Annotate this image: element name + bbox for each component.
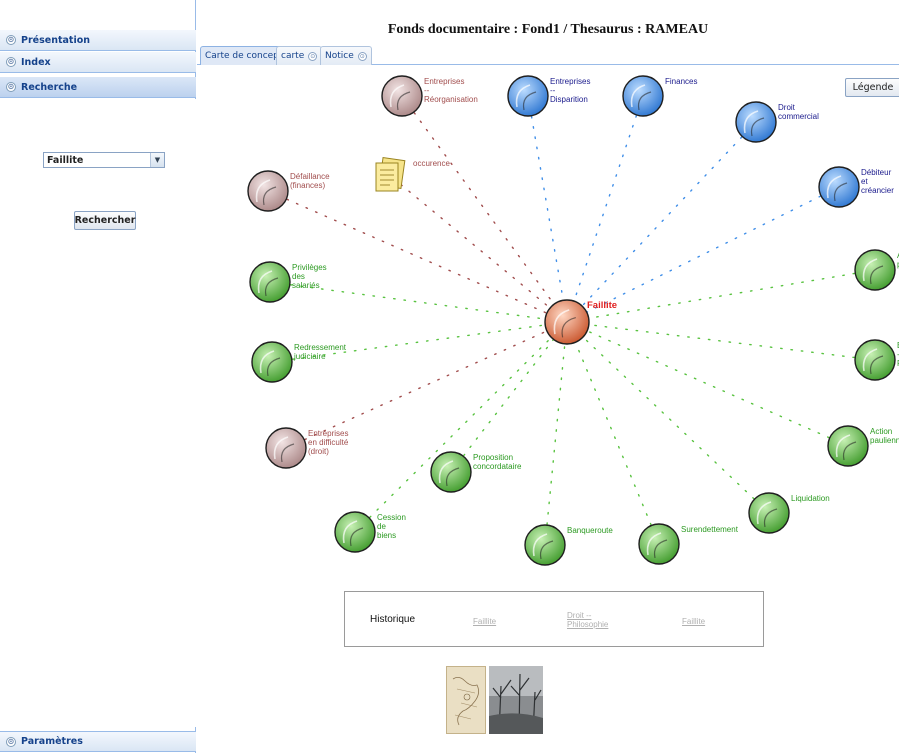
concept-node-redressement-judiciaire[interactable]: [251, 341, 293, 383]
concept-node-defaillance-finances[interactable]: [247, 170, 289, 212]
recherche-panel-body: [0, 99, 196, 727]
accordion-index-label: Index: [21, 56, 51, 68]
concept-node-cession-biens[interactable]: [334, 511, 376, 553]
expand-icon: ⊙: [6, 736, 16, 747]
map-edge: [566, 269, 876, 323]
concept-node-banqueroute[interactable]: [524, 524, 566, 566]
expand-icon: ⊙: [6, 57, 16, 67]
tab-label: carte: [281, 51, 305, 61]
map-edge: [566, 321, 876, 361]
concept-node-ba-pa[interactable]: [854, 339, 896, 381]
concept-node-finances[interactable]: [622, 75, 664, 117]
map-thumbnail-image[interactable]: [446, 666, 486, 734]
concept-label-entreprises-difficulte[interactable]: Entreprises en difficulté (droit): [308, 429, 348, 456]
concept-node-droit-commercial[interactable]: [735, 101, 777, 143]
concept-map-graph: [247, 75, 896, 566]
accordion-recherche-label: Recherche: [21, 81, 78, 93]
map-edge: [566, 121, 757, 323]
history-link[interactable]: Faillite: [473, 617, 496, 626]
collapse-icon: ⊙: [6, 82, 16, 92]
concept-node-entreprises-disparition[interactable]: [507, 75, 549, 117]
map-edge: [566, 95, 644, 323]
chevron-down-icon[interactable]: ▼: [150, 153, 164, 167]
concept-map: Entreprises -- Réorganisation Entreprises…: [197, 66, 899, 753]
concept-node-debiteur-creancier[interactable]: [818, 166, 860, 208]
concept-label-entreprises-disparition[interactable]: Entreprises -- Disparition: [550, 77, 590, 104]
close-icon[interactable]: ⊙: [308, 51, 318, 61]
concept-label-banqueroute[interactable]: Banqueroute: [567, 526, 613, 535]
map-edge: [527, 95, 568, 323]
concept-label-defaillance-finances[interactable]: Défaillance (finances): [290, 172, 330, 190]
tab-label: Notice: [325, 51, 354, 61]
concept-label-surendettement[interactable]: Surendettement: [681, 525, 738, 534]
concept-node-privileges-salaries[interactable]: [249, 261, 291, 303]
concept-node-surendettement[interactable]: [638, 523, 680, 565]
concept-label-liquidation[interactable]: Liquidation: [791, 494, 830, 503]
center-concept-node[interactable]: [544, 299, 590, 345]
tab-notice[interactable]: Notice ⊙: [320, 46, 372, 65]
notes-icon[interactable]: [372, 155, 408, 195]
expand-icon: ⊙: [6, 35, 16, 45]
concept-node-proposition-concordataire[interactable]: [430, 451, 472, 493]
map-nodes: [247, 75, 896, 566]
history-link[interactable]: Faillite: [682, 617, 705, 626]
map-edge: [267, 190, 568, 323]
map-edge: [566, 321, 849, 447]
concept-label-debiteur-creancier[interactable]: Débiteur et créancier: [861, 168, 894, 195]
concept-label-privileges-salaries[interactable]: Privilèges des salariés: [292, 263, 327, 290]
legend-button[interactable]: Légende: [845, 78, 899, 97]
concept-node-action-paulienne[interactable]: [827, 425, 869, 467]
accordion-parametres[interactable]: ⊙ Paramètres: [0, 731, 196, 752]
close-icon[interactable]: ⊙: [357, 51, 367, 61]
accordion-index[interactable]: ⊙ Index: [0, 52, 196, 73]
accordion-parametres-label: Paramètres: [21, 736, 83, 747]
concept-label-finances[interactable]: Finances: [665, 77, 697, 86]
concept-node-entreprises-reorganisation[interactable]: [381, 75, 423, 117]
map-edge: [566, 321, 770, 514]
map-edge: [544, 321, 568, 546]
concept-label-proposition-concordataire[interactable]: Proposition concordataire: [473, 453, 521, 471]
left-panel: ⊙ Présentation ⊙ Index ⊙ Recherche Faill…: [0, 0, 196, 753]
tab-label: Carte de concept: [205, 51, 283, 61]
search-button[interactable]: Rechercher: [74, 211, 136, 230]
map-edge: [450, 321, 568, 473]
page-title: Fonds documentaire : Fond1 / Thesaurus :…: [387, 22, 709, 37]
photo-thumbnail-image[interactable]: [489, 666, 543, 734]
accordion-presentation-label: Présentation: [21, 34, 90, 46]
concept-node-liquidation[interactable]: [748, 492, 790, 534]
concept-label-cession-biens[interactable]: Cession de biens: [377, 513, 406, 540]
concept-label-entreprises-reorganisation[interactable]: Entreprises -- Réorganisation: [424, 77, 478, 104]
occurence-label[interactable]: occurence: [413, 159, 450, 168]
concept-label-droit-commercial[interactable]: Droit commercial: [778, 103, 819, 121]
accordion-recherche[interactable]: ⊙ Recherche: [0, 77, 196, 98]
accordion-presentation[interactable]: ⊙ Présentation: [0, 30, 196, 51]
search-term-value: Faillite: [47, 154, 84, 166]
search-term-select[interactable]: Faillite ▼: [43, 152, 165, 168]
history-link[interactable]: Droit -- Philosophie: [567, 611, 608, 629]
concept-node-entreprises-difficulte[interactable]: [265, 427, 307, 469]
concept-label-action-paulienne[interactable]: Action paulienne: [870, 427, 899, 445]
concept-node-ad-pro[interactable]: [854, 249, 896, 291]
center-concept-label[interactable]: Faillite: [587, 301, 617, 311]
tab-carte-de-concept[interactable]: Carte de concept: [200, 46, 288, 65]
map-edge: [392, 177, 568, 323]
history-title: Historique: [370, 614, 416, 625]
tab-bar: Carte de concept carte ⊙ Notice ⊙: [197, 44, 899, 65]
map-edge: [401, 95, 568, 323]
concept-label-redressement-judiciaire[interactable]: Redressement judiciaire: [294, 343, 346, 361]
map-edge: [354, 321, 568, 533]
map-edge: [566, 321, 660, 545]
tab-carte[interactable]: carte ⊙: [276, 46, 323, 65]
history-panel: Historique Faillite Droit -- Philosophie…: [344, 591, 764, 647]
